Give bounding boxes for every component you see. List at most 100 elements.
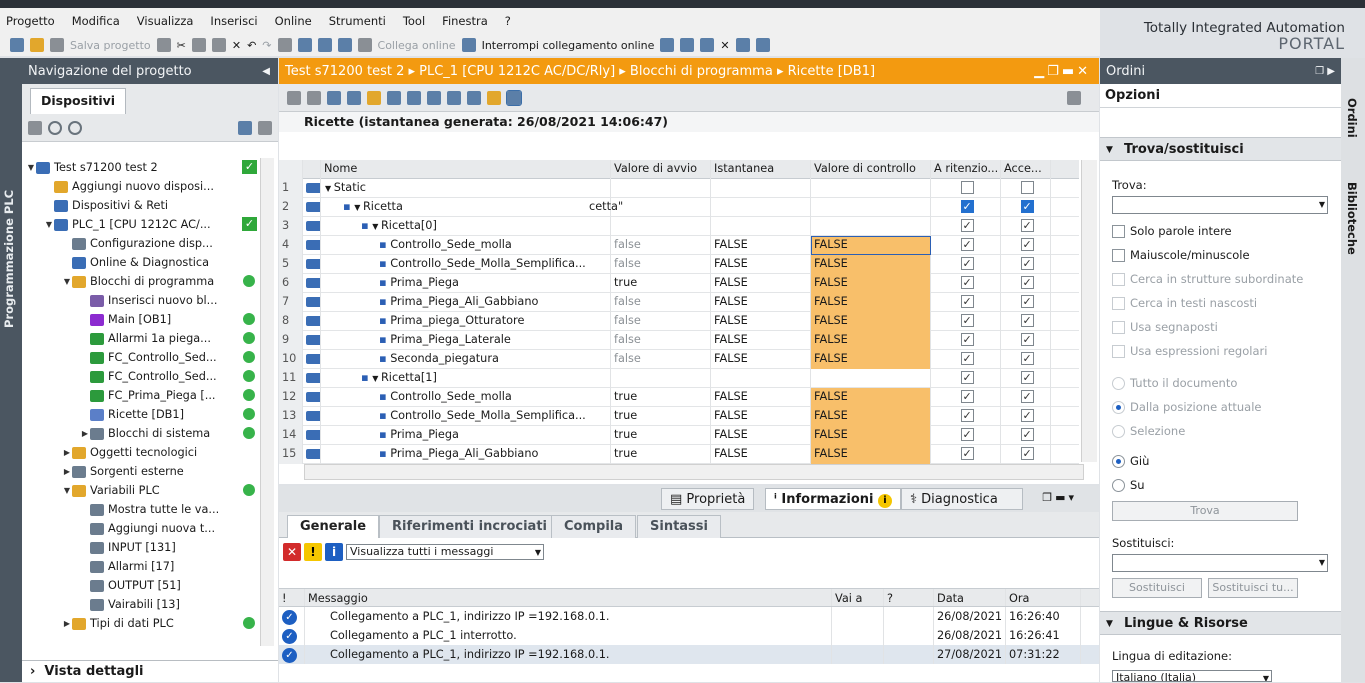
- tree-item[interactable]: ▼ Blocchi di programma: [22, 272, 278, 291]
- tree-toggle-icon[interactable]: ▶: [62, 619, 72, 628]
- libraries-strip-tab[interactable]: Biblioteche: [1345, 182, 1359, 255]
- editor-options-icon[interactable]: [1067, 90, 1081, 105]
- disconnect-icon[interactable]: [461, 38, 476, 52]
- row-access[interactable]: [1001, 217, 1051, 236]
- undo-icon[interactable]: ↶: [247, 39, 256, 52]
- access-checkbox[interactable]: [1020, 369, 1034, 387]
- row-control-value[interactable]: FALSE: [811, 350, 931, 369]
- radio-circle[interactable]: [1112, 400, 1125, 414]
- tab-properties[interactable]: ▤ Proprietà: [661, 488, 755, 510]
- direction-radio[interactable]: Giù: [1112, 454, 1149, 468]
- row-name[interactable]: ▪ ▼ Ricetta cetta": [321, 198, 623, 217]
- paste-icon[interactable]: [211, 38, 226, 52]
- access-checkbox[interactable]: [1020, 331, 1034, 349]
- grid-horizontal-scrollbar[interactable]: [304, 464, 1084, 480]
- row-access[interactable]: [1001, 312, 1051, 331]
- scope-radio[interactable]: Dalla posizione attuale: [1112, 400, 1261, 414]
- access-checkbox[interactable]: [1020, 426, 1034, 444]
- row-control-value[interactable]: [811, 179, 931, 198]
- row-start-value[interactable]: true: [611, 388, 711, 407]
- retain-checkbox[interactable]: [960, 312, 974, 330]
- grid-row[interactable]: 1 ▼ Static: [279, 179, 1079, 198]
- col-access[interactable]: Acce...: [1001, 160, 1051, 179]
- menu-item[interactable]: Visualizza: [137, 14, 194, 28]
- disconnect-online-button[interactable]: Interrompi collegamento online: [482, 39, 655, 52]
- menu-item[interactable]: Finestra: [442, 14, 488, 28]
- initialize-icon[interactable]: [427, 90, 441, 105]
- row-retain[interactable]: [931, 274, 1001, 293]
- inspector-window-controls[interactable]: ❐▬▾: [1042, 491, 1077, 504]
- row-access[interactable]: [1001, 388, 1051, 407]
- subtab-general[interactable]: Generale: [287, 515, 380, 538]
- row-start-value[interactable]: false: [611, 350, 711, 369]
- row-control-value[interactable]: FALSE: [811, 426, 931, 445]
- tree-item[interactable]: Aggiungi nuovo disposi...: [22, 177, 278, 196]
- row-name[interactable]: ▪ Controllo_Sede_molla: [321, 388, 611, 407]
- row-toggle-icon[interactable]: ▼: [325, 184, 334, 193]
- row-name[interactable]: ▪ Prima_Piega_Laterale: [321, 331, 611, 350]
- row-start-value[interactable]: false: [611, 293, 711, 312]
- split-horizontal-icon[interactable]: [735, 38, 750, 52]
- grid-row[interactable]: 14 ▪ Prima_Piega true FALSE FALSE: [279, 426, 1079, 445]
- retain-checkbox[interactable]: [960, 217, 974, 235]
- row-name[interactable]: ▪ Seconda_piegatura: [321, 350, 611, 369]
- tree-item[interactable]: Online & Diagnostica: [22, 253, 278, 272]
- row-retain[interactable]: [931, 407, 1001, 426]
- msg-col-bang[interactable]: !: [279, 589, 305, 606]
- col-snapshot[interactable]: Istantanea: [711, 160, 811, 179]
- tree-item[interactable]: Ricette [DB1]: [22, 405, 278, 424]
- retain-checkbox[interactable]: [960, 198, 974, 216]
- row-name[interactable]: ▼ Static: [321, 179, 611, 198]
- redo-icon[interactable]: ↷: [262, 39, 271, 52]
- row-control-value[interactable]: FALSE: [811, 274, 931, 293]
- access-checkbox[interactable]: [1020, 198, 1034, 216]
- radio-circle[interactable]: [1112, 376, 1125, 390]
- row-access[interactable]: [1001, 236, 1051, 255]
- row-control-value[interactable]: FALSE: [811, 407, 931, 426]
- row-start-value[interactable]: true: [611, 407, 711, 426]
- expand-all-icon[interactable]: [327, 90, 341, 105]
- insert-row-icon[interactable]: [287, 90, 301, 105]
- row-control-value[interactable]: [811, 198, 931, 217]
- row-start-value[interactable]: true: [611, 426, 711, 445]
- plc-programming-sidebar[interactable]: Programmazione PLC: [0, 58, 22, 682]
- menu-item[interactable]: ?: [505, 14, 511, 28]
- col-control-value[interactable]: Valore di controllo: [811, 160, 931, 179]
- row-name[interactable]: ▪ Prima_Piega: [321, 274, 611, 293]
- tasks-collapse-icon[interactable]: ❐ ▶: [1315, 66, 1335, 77]
- tree-item[interactable]: ▶ Sorgenti esterne: [22, 462, 278, 481]
- orders-strip-tab[interactable]: Ordini: [1345, 98, 1359, 138]
- error-filter-icon[interactable]: ✕: [283, 543, 301, 561]
- radio-circle[interactable]: [1112, 478, 1125, 492]
- message-row[interactable]: ✓ Collegamento a PLC_1 interrotto. 26/08/2…: [279, 626, 1099, 645]
- details-view-header[interactable]: › Vista dettagli: [22, 660, 278, 682]
- tree-toggle-icon[interactable]: ▼: [62, 277, 72, 286]
- tree-item[interactable]: ▶ Blocchi di sistema: [22, 424, 278, 443]
- access-checkbox[interactable]: [1020, 293, 1034, 311]
- access-checkbox[interactable]: [1020, 181, 1034, 194]
- row-access[interactable]: [1001, 426, 1051, 445]
- row-retain[interactable]: [931, 312, 1001, 331]
- tree-scrollbar[interactable]: [260, 158, 274, 646]
- tree-item[interactable]: FC_Controllo_Sed...: [22, 348, 278, 367]
- tree-item[interactable]: FC_Prima_Piega [...: [22, 386, 278, 405]
- menu-item[interactable]: Tool: [403, 14, 425, 28]
- retain-checkbox[interactable]: [960, 274, 974, 292]
- stop-cpu-icon[interactable]: [700, 38, 715, 52]
- tree-item[interactable]: INPUT [131]: [22, 538, 278, 557]
- access-checkbox[interactable]: [1020, 350, 1034, 368]
- checkbox-box[interactable]: [1112, 320, 1125, 334]
- tree-toggle-icon[interactable]: ▶: [80, 429, 90, 438]
- tree-item[interactable]: OUTPUT [51]: [22, 576, 278, 595]
- row-retain[interactable]: [931, 388, 1001, 407]
- tree-toggle-icon[interactable]: ▼: [44, 220, 54, 229]
- access-checkbox[interactable]: [1020, 388, 1034, 406]
- checkbox-box[interactable]: [1112, 344, 1125, 358]
- access-checkbox[interactable]: [1020, 274, 1034, 292]
- msg-col-date[interactable]: Data: [934, 589, 1006, 606]
- grid-row[interactable]: 12 ▪ Controllo_Sede_molla true FALSE FALSE: [279, 388, 1079, 407]
- row-retain[interactable]: [931, 350, 1001, 369]
- checkbox-box[interactable]: [1112, 272, 1125, 286]
- message-row[interactable]: ✓ Collegamento a PLC_1, indirizzo IP =192…: [279, 645, 1099, 664]
- grid-row[interactable]: 3 ▪ ▼ Ricetta[0]: [279, 217, 1079, 236]
